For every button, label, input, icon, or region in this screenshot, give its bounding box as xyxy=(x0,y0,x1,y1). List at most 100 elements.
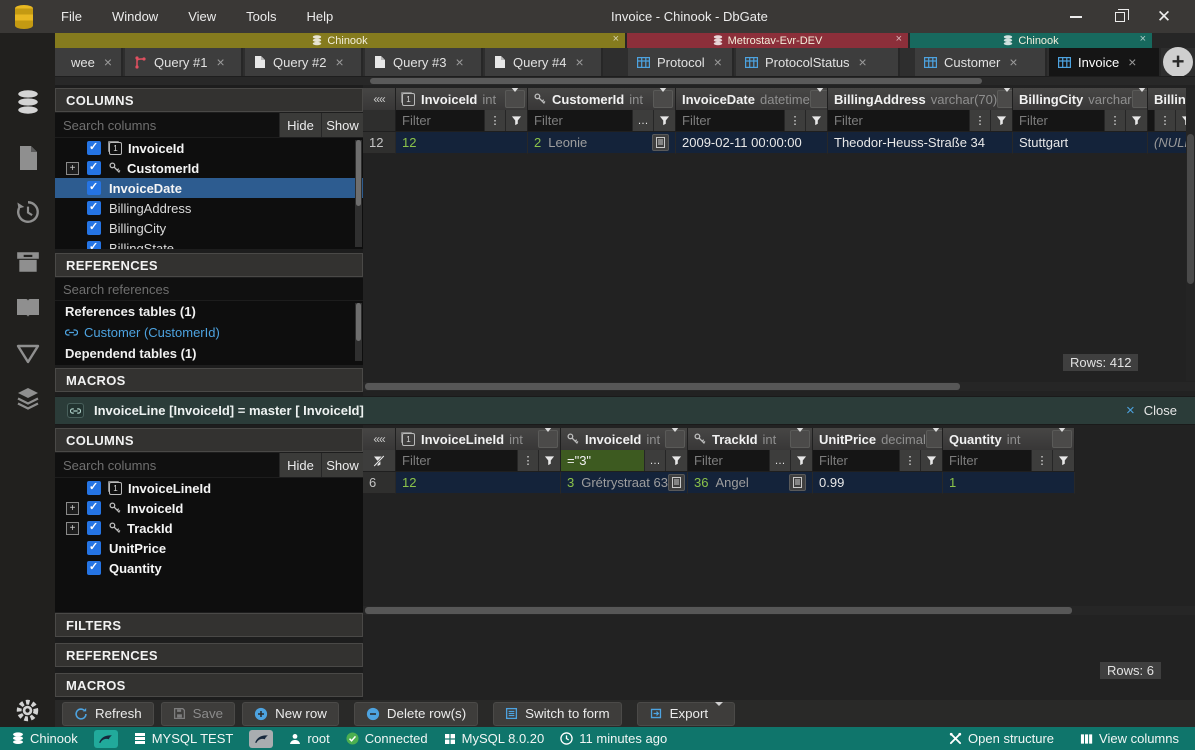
close-group-icon[interactable]: × xyxy=(896,33,902,45)
expander-icon[interactable]: + xyxy=(66,522,79,535)
filter-input-trackid[interactable]: Filter xyxy=(688,450,769,471)
column-header-unitprice[interactable]: UnitPricedecimal xyxy=(813,428,943,450)
filter-input-billingcity[interactable]: Filter xyxy=(1013,110,1104,131)
funnel-icon[interactable] xyxy=(790,450,812,471)
statusbar-database[interactable]: Chinook xyxy=(12,731,78,746)
column-item-unitprice[interactable]: UnitPrice xyxy=(55,538,363,558)
filter-menu-icon[interactable]: ⋮ xyxy=(969,110,990,131)
menu-view[interactable]: View xyxy=(173,0,231,33)
tab-query-1[interactable]: Query #1× xyxy=(125,48,243,76)
close-group-icon[interactable]: × xyxy=(1140,33,1146,45)
column-item-invoicelineid[interactable]: 1InvoiceLineId xyxy=(55,478,363,498)
filter-menu-icon[interactable]: ⋮ xyxy=(484,110,505,131)
horizontal-scrollbar[interactable] xyxy=(363,382,1195,391)
funnel-icon[interactable] xyxy=(1125,110,1147,131)
column-menu-chevron-icon[interactable] xyxy=(665,430,685,448)
column-header-invoiceid[interactable]: InvoiceIdint xyxy=(561,428,688,450)
references-scrollbar[interactable] xyxy=(355,303,362,361)
rail-history-icon[interactable] xyxy=(0,191,55,233)
column-menu-chevron-icon[interactable] xyxy=(538,430,558,448)
funnel-icon[interactable] xyxy=(538,450,560,471)
filter-input-invoiceid[interactable]: Filter xyxy=(396,110,484,131)
column-menu-chevron-icon[interactable] xyxy=(810,90,828,108)
grid-cell[interactable]: 2Leonie xyxy=(528,132,676,154)
checkbox-icon[interactable] xyxy=(87,521,101,535)
grid-cell[interactable]: Stuttgart xyxy=(1013,132,1148,154)
grid-cell[interactable]: 0.99 xyxy=(813,472,943,494)
rail-archive-icon[interactable] xyxy=(0,241,55,283)
grid-cell[interactable]: 1 xyxy=(943,472,1075,494)
statusbar-user[interactable]: root xyxy=(289,731,329,746)
column-header-customerid[interactable]: CustomerIdint xyxy=(528,88,676,110)
show-button[interactable]: Show xyxy=(321,113,363,137)
grid-cell[interactable]: 3Grétrystraat 63 xyxy=(561,472,688,494)
statusbar-connection-status[interactable]: Connected xyxy=(346,731,428,746)
column-menu-chevron-icon[interactable] xyxy=(505,90,525,108)
columns-panel-header[interactable]: COLUMNS xyxy=(55,88,363,112)
rail-settings-icon[interactable] xyxy=(0,689,55,731)
column-menu-chevron-icon[interactable] xyxy=(790,430,810,448)
column-header-billingcity[interactable]: BillingCityvarchar xyxy=(1013,88,1148,110)
rail-filter-icon[interactable] xyxy=(0,333,55,375)
filter-input-invoicedate[interactable]: Filter xyxy=(676,110,784,131)
close-tab-icon[interactable]: × xyxy=(1009,54,1017,70)
filter-menu-icon[interactable]: ⋮ xyxy=(899,450,920,471)
new-row-button[interactable]: New row xyxy=(242,702,339,726)
grid-cell[interactable]: 2009-02-11 00:00:00 xyxy=(676,132,828,154)
checkbox-icon[interactable] xyxy=(87,561,101,575)
columns-panel-header[interactable]: COLUMNS xyxy=(55,428,363,452)
column-item-trackid[interactable]: +TrackId xyxy=(55,518,363,538)
column-header-invoicedate[interactable]: InvoiceDatedatetime xyxy=(676,88,828,110)
collapse-columns-button[interactable]: «« xyxy=(363,88,396,110)
funnel-icon[interactable] xyxy=(505,110,527,131)
hide-button[interactable]: Hide xyxy=(279,113,321,137)
view-columns-button[interactable]: View columns xyxy=(1080,731,1179,746)
tab-scrollbar-thumb[interactable] xyxy=(370,78,982,84)
filter-menu-icon[interactable]: … xyxy=(769,450,790,471)
filter-menu-icon[interactable]: ⋮ xyxy=(1031,450,1052,471)
save-button[interactable]: Save xyxy=(161,702,235,726)
tab-wee[interactable]: wee× xyxy=(55,48,123,76)
close-tab-icon[interactable]: × xyxy=(714,54,722,70)
menu-help[interactable]: Help xyxy=(292,0,349,33)
delete-row-s-button[interactable]: Delete row(s) xyxy=(354,702,478,726)
tab-query-2[interactable]: Query #2× xyxy=(245,48,363,76)
menu-window[interactable]: Window xyxy=(97,0,173,33)
refresh-button[interactable]: Refresh xyxy=(62,702,154,726)
search-references-input[interactable]: Search references xyxy=(55,278,363,300)
search-columns-input[interactable]: Search columns xyxy=(55,453,279,477)
close-detail-button[interactable]: × Close xyxy=(1126,402,1195,419)
reference-link-customer[interactable]: Customer (CustomerId) xyxy=(55,322,363,343)
menu-tools[interactable]: Tools xyxy=(231,0,291,33)
tab-scrollbar[interactable] xyxy=(55,76,1195,85)
filter-menu-icon[interactable]: … xyxy=(632,110,653,131)
column-item-invoiceid[interactable]: +InvoiceId xyxy=(55,498,363,518)
checkbox-icon[interactable] xyxy=(87,541,101,555)
connection-group-chinook[interactable]: Chinook× xyxy=(55,33,625,48)
column-menu-chevron-icon[interactable] xyxy=(926,430,943,448)
filter-menu-icon[interactable]: ⋮ xyxy=(784,110,805,131)
restore-icon[interactable] xyxy=(1105,0,1135,33)
column-header-quantity[interactable]: Quantityint xyxy=(943,428,1075,450)
connection-group-metrostav-evr-dev[interactable]: Metrostav-Evr-DEV× xyxy=(627,33,908,48)
search-columns-input[interactable]: Search columns xyxy=(55,113,279,137)
filter-menu-icon[interactable]: ⋮ xyxy=(1154,110,1175,131)
column-item-billingaddress[interactable]: BillingAddress xyxy=(55,198,363,218)
statusbar-server[interactable]: MYSQL TEST xyxy=(134,731,234,746)
checkbox-icon[interactable] xyxy=(87,501,101,515)
filter-input-customerid[interactable]: Filter xyxy=(528,110,632,131)
dolphin-icon[interactable] xyxy=(249,730,273,748)
filter-input-invoiceid[interactable]: ="3" xyxy=(561,450,644,471)
filter-input-unitprice[interactable]: Filter xyxy=(813,450,899,471)
checkbox-icon[interactable] xyxy=(87,141,101,155)
tab-protocol[interactable]: Protocol× xyxy=(628,48,734,76)
funnel-icon[interactable] xyxy=(653,110,675,131)
expander-icon[interactable]: + xyxy=(66,502,79,515)
close-tab-icon[interactable]: × xyxy=(859,54,867,70)
statusbar-refreshed[interactable]: 11 minutes ago xyxy=(560,731,667,746)
column-item-billingcity[interactable]: BillingCity xyxy=(55,218,363,238)
close-tab-icon[interactable]: × xyxy=(455,54,463,70)
grid-cell[interactable]: Theodor-Heuss-Straße 34 xyxy=(828,132,1013,154)
column-header-billingaddress[interactable]: BillingAddressvarchar(70) xyxy=(828,88,1013,110)
statusbar-version[interactable]: MySQL 8.0.20 xyxy=(444,731,545,746)
